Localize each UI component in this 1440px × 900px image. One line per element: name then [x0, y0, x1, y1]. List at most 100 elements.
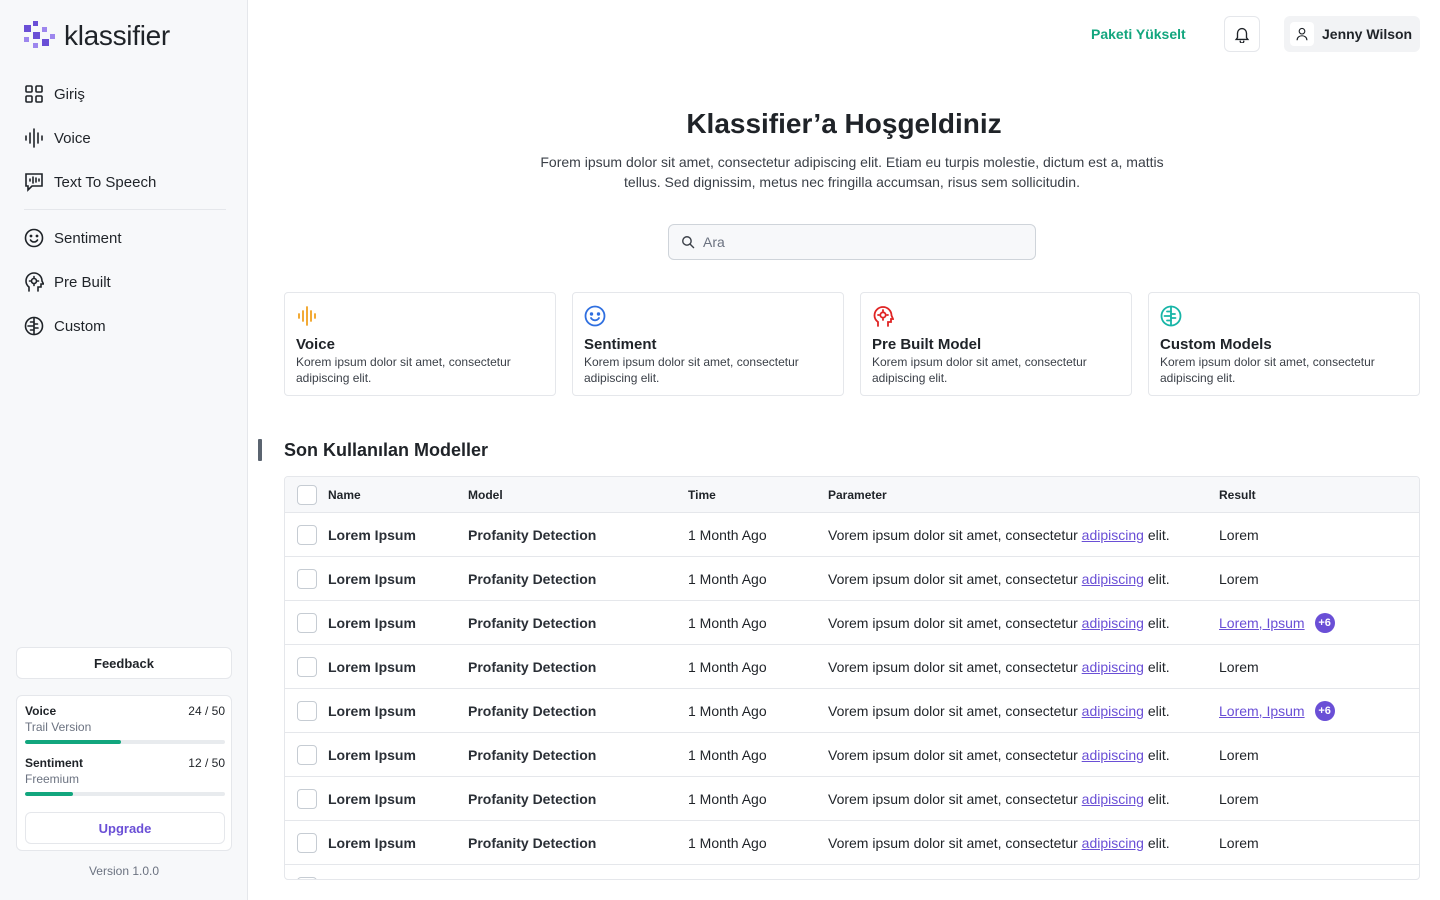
- parameter-text: Vorem ipsum dolor sit amet, consectetur: [828, 570, 1082, 587]
- row-checkbox[interactable]: [297, 700, 317, 721]
- sidebar-item-label: Text To Speech: [54, 173, 157, 191]
- result-value: Lorem: [1219, 834, 1259, 851]
- usage-plan: Trail Version: [25, 720, 92, 734]
- result-link[interactable]: Lorem, Ipsum: [1219, 703, 1305, 719]
- row-time: 1 Month Ago: [688, 614, 767, 631]
- row-time: 1 Month Ago: [688, 702, 767, 719]
- select-all-checkbox[interactable]: [297, 484, 317, 505]
- table-row[interactable]: Lorem Ipsum Profanity Detection 1 Month Ag…: [285, 557, 1419, 601]
- notifications-button[interactable]: [1224, 16, 1260, 52]
- sidebar: klassifier Giriş Voice Text To Speech Se…: [0, 0, 248, 900]
- table-row[interactable]: Lorem Ipsum Profanity Detection 1 Month Ag…: [285, 601, 1419, 645]
- table-row[interactable]: Lorem Ipsum Profanity Detection 1 Month Ag…: [285, 821, 1419, 865]
- parameter-link[interactable]: adipiscing: [1082, 571, 1144, 587]
- table-body: Lorem Ipsum Profanity Detection 1 Month Ag…: [285, 513, 1419, 879]
- row-checkbox[interactable]: [297, 656, 317, 677]
- sidebar-item-voice[interactable]: Voice: [24, 126, 91, 150]
- user-icon: [1296, 27, 1308, 41]
- row-checkbox[interactable]: [297, 744, 317, 765]
- more-results-badge[interactable]: +6: [1314, 612, 1335, 633]
- sidebar-item-label: Sentiment: [54, 229, 122, 247]
- result-link[interactable]: Lorem, Ipsum: [1219, 615, 1305, 631]
- row-result: Lorem: [1219, 557, 1259, 600]
- row-model: Profanity Detection: [468, 614, 597, 631]
- logo[interactable]: klassifier: [24, 20, 170, 52]
- parameter-text: Vorem ipsum dolor sit amet, consectetur: [828, 790, 1082, 807]
- avatar: [1290, 22, 1314, 46]
- row-time: 1 Month Ago: [688, 658, 767, 675]
- feedback-button[interactable]: Feedback: [16, 647, 232, 679]
- usage-voice: Voice 24 / 50 Trail Version: [25, 704, 225, 744]
- table-row[interactable]: Lorem Ipsum Profanity Detection 1 Month Ag…: [285, 733, 1419, 777]
- parameter-link[interactable]: adipiscing: [1082, 791, 1144, 807]
- row-checkbox[interactable]: [297, 524, 317, 545]
- column-header-time[interactable]: Time: [688, 477, 716, 512]
- row-checkbox[interactable]: [297, 788, 317, 809]
- bell-icon: [1234, 27, 1250, 43]
- row-model: Profanity Detection: [468, 570, 597, 587]
- parameter-text: Vorem ipsum dolor sit amet, consectetur: [828, 614, 1082, 631]
- usage-name: Voice: [25, 704, 57, 718]
- smile-icon: [24, 228, 44, 248]
- card-voice[interactable]: Voice Korem ipsum dolor sit amet, consec…: [284, 292, 556, 396]
- card-sentiment[interactable]: Sentiment Korem ipsum dolor sit amet, co…: [572, 292, 844, 396]
- sidebar-item-pre-built[interactable]: Pre Built: [24, 270, 111, 294]
- row-name: Lorem Ipsum: [328, 790, 416, 807]
- sidebar-item-sentiment[interactable]: Sentiment: [24, 226, 122, 250]
- result-value: Lorem: [1219, 746, 1259, 763]
- table-row[interactable]: Lorem Ipsum Profanity Detection 1 Month Ag…: [285, 777, 1419, 821]
- sidebar-item-text-to-speech[interactable]: Text To Speech: [24, 170, 156, 194]
- card-custom-models[interactable]: Custom Models Korem ipsum dolor sit amet…: [1148, 292, 1420, 396]
- parameter-link[interactable]: adipiscing: [1082, 747, 1144, 763]
- card-title: Sentiment: [584, 336, 657, 353]
- column-header-name[interactable]: Name: [328, 477, 361, 512]
- smile-icon: [584, 305, 606, 327]
- card-title: Pre Built Model: [872, 336, 982, 353]
- row-result: Lorem: [1219, 513, 1259, 556]
- usage-card: Voice 24 / 50 Trail Version Sentiment 12…: [16, 695, 232, 851]
- more-results-badge[interactable]: +6: [1314, 700, 1335, 721]
- row-parameter: Vorem ipsum dolor sit amet, consectetur …: [828, 689, 1170, 732]
- brain-icon: [24, 316, 44, 336]
- parameter-link[interactable]: adipiscing: [1082, 527, 1144, 543]
- table-row[interactable]: Lorem Ipsum Profanity Detection 1 Month Ag…: [285, 513, 1419, 557]
- parameter-text: Vorem ipsum dolor sit amet, consectetur: [828, 658, 1082, 675]
- user-name: Jenny Wilson: [1322, 26, 1413, 42]
- parameter-link[interactable]: adipiscing: [1082, 659, 1144, 675]
- search-box[interactable]: [668, 224, 1036, 260]
- row-time: 1 Month Ago: [688, 746, 767, 763]
- search-input[interactable]: [703, 234, 1003, 250]
- parameter-link[interactable]: adipiscing: [1082, 703, 1144, 719]
- row-model: Profanity Detection: [468, 658, 597, 675]
- sidebar-item-custom[interactable]: Custom: [24, 314, 106, 338]
- upgrade-button[interactable]: Upgrade: [25, 812, 225, 844]
- row-checkbox[interactable]: [297, 612, 317, 633]
- parameter-link[interactable]: adipiscing: [1082, 615, 1144, 631]
- sidebar-item-giris[interactable]: Giriş: [24, 82, 85, 106]
- row-time: 1 Month Ago: [688, 790, 767, 807]
- column-header-parameter[interactable]: Parameter: [828, 477, 887, 512]
- row-name: Lorem Ipsum: [328, 702, 416, 719]
- result-value: Lorem: [1219, 790, 1259, 807]
- row-parameter: Vorem ipsum dolor sit amet, consectetur …: [828, 821, 1170, 864]
- row-name: Lorem Ipsum: [328, 614, 416, 631]
- user-menu-button[interactable]: Jenny Wilson: [1284, 16, 1420, 52]
- parameter-text-end: elit.: [1143, 834, 1170, 851]
- row-checkbox[interactable]: [297, 832, 317, 853]
- row-checkbox[interactable]: [297, 877, 317, 879]
- row-checkbox[interactable]: [297, 568, 317, 589]
- waveform-icon: [25, 128, 43, 148]
- row-time: 1 Month Ago: [688, 834, 767, 851]
- column-header-result[interactable]: Result: [1219, 477, 1256, 512]
- table-row[interactable]: Lorem Ipsum Profanity Detection 1 Month Ag…: [285, 645, 1419, 689]
- card-description: Korem ipsum dolor sit amet, consectetur …: [296, 355, 511, 385]
- card-pre-built-model[interactable]: Pre Built Model Korem ipsum dolor sit am…: [860, 292, 1132, 396]
- upgrade-plan-link[interactable]: Paketi Yükselt: [1091, 26, 1186, 42]
- section-accent-bar: [258, 439, 262, 461]
- parameter-link[interactable]: adipiscing: [1082, 835, 1144, 851]
- table-row[interactable]: Lorem Ipsum Profanity Detection 1 Month Ag…: [285, 689, 1419, 733]
- column-header-model[interactable]: Model: [468, 477, 503, 512]
- row-name: Lorem Ipsum: [328, 526, 416, 543]
- card-title: Custom Models: [1160, 336, 1272, 353]
- card-description: Korem ipsum dolor sit amet, consectetur …: [1160, 355, 1375, 385]
